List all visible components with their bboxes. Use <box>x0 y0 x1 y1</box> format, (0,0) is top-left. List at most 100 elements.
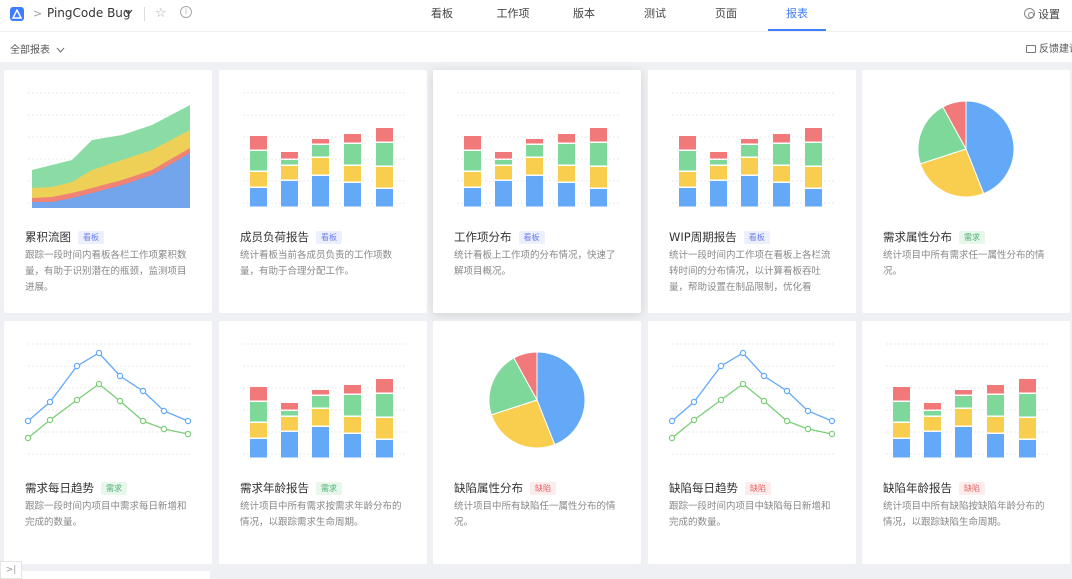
data-point <box>139 387 147 395</box>
bar-segment <box>312 158 329 175</box>
bar-segment <box>710 166 727 180</box>
data-point <box>116 397 124 405</box>
star-icon[interactable]: ☆ <box>155 6 167 21</box>
tab-pages[interactable]: 页面 <box>708 0 744 31</box>
bar-segment <box>526 176 543 207</box>
card-title: 缺陷年龄报告 缺陷 <box>883 480 985 496</box>
report-card[interactable]: 需求属性分布 需求 统计项目中所有需求任一属性分布的情况。 <box>862 70 1070 313</box>
report-card[interactable]: 成员负荷报告 看板 统计看板当前各成员负责的工作项数量，有助于合理分配工作。 <box>219 70 427 313</box>
gear-icon <box>1024 8 1035 19</box>
bar-segment <box>924 411 941 416</box>
report-card[interactable]: WIP周期报告 看板 统计一段时间内工作项在看板上各栏流转时间的分布情况，以计算看板… <box>648 70 856 313</box>
data-point <box>668 434 676 442</box>
card-title-text: 缺陷属性分布 <box>454 481 523 495</box>
settings-button[interactable]: 设置 <box>1024 6 1060 22</box>
category-tag: 缺陷 <box>530 482 556 495</box>
data-point <box>668 417 676 425</box>
feedback-button[interactable]: 反馈建议 <box>1026 40 1072 55</box>
tab-testing[interactable]: 测试 <box>637 0 673 31</box>
info-icon[interactable]: i <box>180 6 192 18</box>
bar-segment <box>987 385 1004 394</box>
bar-segment <box>1019 379 1036 393</box>
report-card[interactable]: 缺陷属性分布 缺陷 统计项目中所有缺陷任一属性分布的情况。 <box>433 321 641 564</box>
tab-versions[interactable]: 版本 <box>566 0 602 31</box>
bar-segment <box>344 183 361 207</box>
data-point <box>24 434 32 442</box>
bar-segment <box>250 439 267 458</box>
bar-segment <box>464 172 481 187</box>
report-card[interactable]: 需求每日趋势 需求 跟踪一段时间内项目中需求每日新增和完成的数量。 <box>4 321 212 564</box>
report-card[interactable]: 需求年龄报告 需求统计项目中所有需求按需求年龄分布的情况，以跟踪需求生命周期。 <box>219 321 427 564</box>
project-name[interactable]: PingCode Bug <box>47 6 131 20</box>
bar-segment <box>250 188 267 207</box>
card-description: 统计项目中所有缺陷按缺陷年龄分布的情况，以跟踪缺陷生命周期。 <box>883 501 1045 528</box>
card-title-text: WIP周期报告 <box>669 230 737 244</box>
bar-segment <box>987 395 1004 416</box>
bar-segment <box>312 139 329 144</box>
bar-segment <box>281 417 298 431</box>
feedback-icon <box>1026 45 1036 53</box>
data-point <box>46 416 54 424</box>
bar-segment <box>312 396 329 408</box>
bar-segment <box>710 152 727 159</box>
report-card[interactable]: 累积流图 看板 跟踪一段时间内看板各栏工作项累积数量，有助于识别潜在的瓶颈，监测项目… <box>4 70 212 313</box>
data-point <box>184 417 192 425</box>
bar-segment <box>281 181 298 207</box>
bar-segment <box>250 387 267 401</box>
card-title-text: 缺陷年龄报告 <box>883 481 952 495</box>
bar-segment <box>464 136 481 150</box>
bar-segment <box>741 176 758 207</box>
report-filter-dropdown[interactable]: 全部报表 <box>10 41 65 56</box>
bar-segment <box>250 136 267 150</box>
card-description: 跟踪一段时间内项目中需求每日新增和完成的数量。 <box>25 501 187 528</box>
bar-segment <box>987 417 1004 433</box>
bar-segment <box>464 151 481 171</box>
data-point <box>184 430 192 438</box>
card-description: 统计项目中所有需求按需求年龄分布的情况，以跟踪需求生命周期。 <box>240 501 402 528</box>
bar-segment <box>312 390 329 395</box>
bar-segment <box>526 139 543 144</box>
data-point <box>690 416 698 424</box>
report-card[interactable]: 缺陷每日趋势 缺陷 跟踪一段时间内项目中缺陷每日新增和完成的数量。 <box>648 321 856 564</box>
bar-segment <box>805 189 822 207</box>
bar-segment <box>590 128 607 142</box>
data-point <box>46 398 54 406</box>
report-card-partial[interactable] <box>4 571 210 579</box>
category-tag: 需求 <box>959 231 985 244</box>
product-logo-icon[interactable] <box>10 7 24 21</box>
card-title-text: 成员负荷报告 <box>240 230 309 244</box>
bar-segment <box>250 151 267 171</box>
data-point <box>690 398 698 406</box>
bar-segment <box>495 181 512 207</box>
bar-segment <box>679 151 696 171</box>
bar-segment <box>710 160 727 165</box>
tab-reports[interactable]: 报表 <box>768 0 826 31</box>
tab-board[interactable]: 看板 <box>424 0 460 31</box>
data-point <box>139 417 147 425</box>
bar-segment <box>590 189 607 207</box>
card-title-text: 工作项分布 <box>454 230 512 244</box>
bar-segment <box>773 183 790 207</box>
data-point <box>739 349 747 357</box>
category-tag: 看板 <box>316 231 342 244</box>
tab-work-items[interactable]: 工作项 <box>490 0 536 31</box>
card-title-text: 需求年龄报告 <box>240 481 309 495</box>
bar-segment <box>376 379 393 393</box>
report-thumbnail <box>886 343 1048 458</box>
data-point <box>804 407 812 415</box>
report-card[interactable]: 缺陷年龄报告 缺陷统计项目中所有缺陷按缺陷年龄分布的情况，以跟踪缺陷生命周期。 <box>862 321 1070 564</box>
card-title: 需求属性分布 需求 <box>883 229 985 245</box>
card-title: 需求年龄报告 需求 <box>240 480 342 496</box>
bar-segment <box>526 145 543 157</box>
bar-segment <box>495 152 512 159</box>
bar-segment <box>526 158 543 175</box>
bar-segment <box>558 144 575 165</box>
data-point <box>828 430 836 438</box>
report-thumbnail <box>457 92 619 207</box>
card-title-text: 累积流图 <box>25 230 71 244</box>
report-card[interactable]: 工作项分布 看板 统计看板上工作项的分布情况，快速了解项目概况。 <box>433 70 641 313</box>
data-point <box>95 349 103 357</box>
chevron-down-icon[interactable] <box>124 9 133 15</box>
bar-segment <box>893 423 910 438</box>
expand-sidebar-icon[interactable]: >| <box>0 561 22 579</box>
